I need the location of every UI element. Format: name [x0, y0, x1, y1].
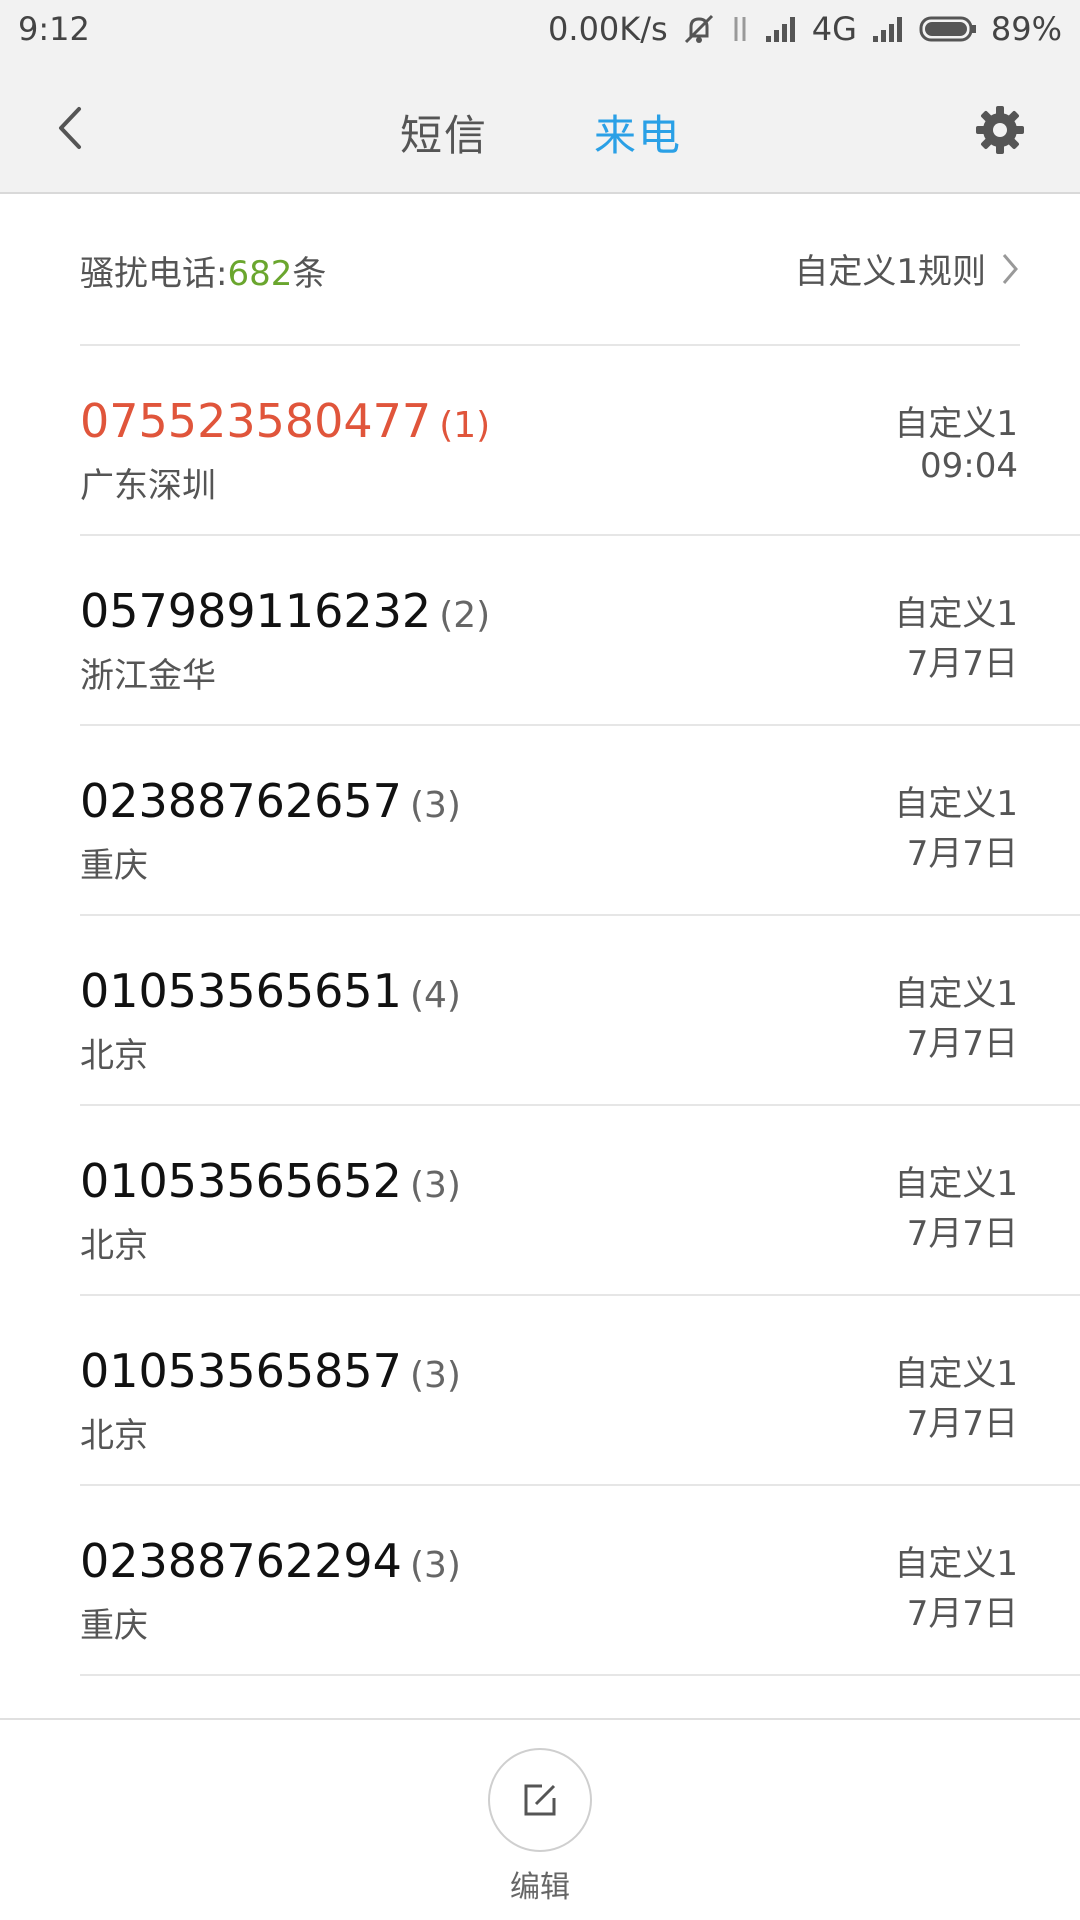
custom-rules-link[interactable]: 自定义1规则 — [794, 244, 1020, 293]
network-type: 4G — [811, 10, 857, 48]
call-count: (3) — [409, 785, 461, 826]
battery-percent: 89% — [990, 10, 1062, 48]
call-date: 7月7日 — [906, 1594, 1018, 1634]
app-bar: 短信 来电 — [0, 62, 1080, 194]
custom-rules-label: 自定义1规则 — [794, 252, 986, 292]
status-bar: 9:12 0.00K/s 4G 89% — [0, 0, 1080, 62]
call-date: 7月7日 — [906, 1404, 1018, 1444]
status-right-group: 0.00K/s 4G 89% — [548, 10, 1062, 48]
call-location: 浙江金华 — [80, 656, 216, 696]
network-speed: 0.00K/s — [548, 10, 668, 48]
call-number: 057989116232 (2) — [80, 584, 491, 638]
call-item[interactable]: 02388762294 (3) 重庆 自定义1 7月7日 — [80, 1486, 1080, 1676]
call-item[interactable]: 075523580477 (1) 广东深圳 自定义1 09:04 — [80, 346, 1080, 536]
status-time: 9:12 — [18, 10, 90, 48]
spam-call-unit: 条 — [292, 254, 327, 294]
call-location: 北京 — [80, 1416, 148, 1456]
back-arrow-icon — [59, 107, 81, 149]
call-number: 02388762294 (3) — [80, 1534, 461, 1588]
call-count: (4) — [409, 975, 461, 1016]
tab-calls[interactable]: 来电 — [594, 102, 682, 163]
call-date: 7月7日 — [906, 834, 1018, 874]
signal-icon — [764, 14, 798, 44]
call-location: 北京 — [80, 1226, 148, 1266]
call-date: 7月7日 — [906, 1024, 1018, 1064]
edit-icon — [524, 1784, 556, 1816]
gear-icon — [976, 106, 1024, 154]
call-rule: 自定义1 — [894, 1164, 1018, 1204]
call-item[interactable]: 02388762657 (3) 重庆 自定义1 7月7日 — [80, 726, 1080, 916]
call-location: 北京 — [80, 1036, 148, 1076]
call-location: 广东深圳 — [80, 466, 216, 506]
spam-call-summary: 骚扰电话:682条 — [80, 246, 326, 295]
bottom-bar: 编辑 — [0, 1718, 1080, 1920]
call-date: 7月7日 — [906, 1214, 1018, 1254]
spam-call-count: 682 — [227, 254, 293, 294]
call-number: 075523580477 (1) — [80, 394, 491, 448]
call-count: (3) — [409, 1545, 461, 1586]
settings-button[interactable] — [970, 100, 1030, 160]
signal-icon-2 — [871, 14, 905, 44]
edit-button[interactable] — [488, 1748, 592, 1852]
call-item[interactable]: 01053565652 (3) 北京 自定义1 7月7日 — [80, 1106, 1080, 1296]
call-count: (2) — [439, 595, 491, 636]
edit-label: 编辑 — [510, 1870, 570, 1905]
battery-icon — [919, 15, 977, 43]
call-rule: 自定义1 — [894, 404, 1018, 444]
call-rule: 自定义1 — [894, 594, 1018, 634]
call-number: 02388762657 (3) — [80, 774, 461, 828]
call-count: (1) — [439, 405, 491, 446]
call-count: (3) — [409, 1165, 461, 1206]
call-location: 重庆 — [80, 1606, 148, 1646]
mute-icon — [682, 12, 716, 46]
call-location: 重庆 — [80, 846, 148, 886]
chevron-right-icon — [1002, 253, 1018, 284]
summary-row: 骚扰电话:682条 自定义1规则 — [80, 194, 1020, 346]
call-number: 01053565857 (3) — [80, 1344, 461, 1398]
back-button[interactable] — [40, 98, 100, 158]
call-list: 075523580477 (1) 广东深圳 自定义1 09:04 05798911… — [0, 346, 1080, 1676]
call-rule: 自定义1 — [894, 1544, 1018, 1584]
screen: 9:12 0.00K/s 4G 89% 短信 来电 骚扰电话:682条 自定义1… — [0, 0, 1080, 1920]
call-count: (3) — [409, 1355, 461, 1396]
call-rule: 自定义1 — [894, 784, 1018, 824]
spam-call-label: 骚扰电话: — [80, 254, 228, 294]
call-number: 01053565652 (3) — [80, 1154, 461, 1208]
tab-sms[interactable]: 短信 — [400, 102, 488, 163]
call-item[interactable]: 01053565651 (4) 北京 自定义1 7月7日 — [80, 916, 1080, 1106]
call-item[interactable]: 057989116232 (2) 浙江金华 自定义1 7月7日 — [80, 536, 1080, 726]
call-rule: 自定义1 — [894, 974, 1018, 1014]
call-number: 01053565651 (4) — [80, 964, 461, 1018]
call-item[interactable]: 01053565857 (3) 北京 自定义1 7月7日 — [80, 1296, 1080, 1486]
data-arrows-icon — [730, 13, 750, 45]
call-rule: 自定义1 — [894, 1354, 1018, 1394]
call-date: 09:04 — [920, 446, 1018, 486]
call-date: 7月7日 — [906, 644, 1018, 684]
